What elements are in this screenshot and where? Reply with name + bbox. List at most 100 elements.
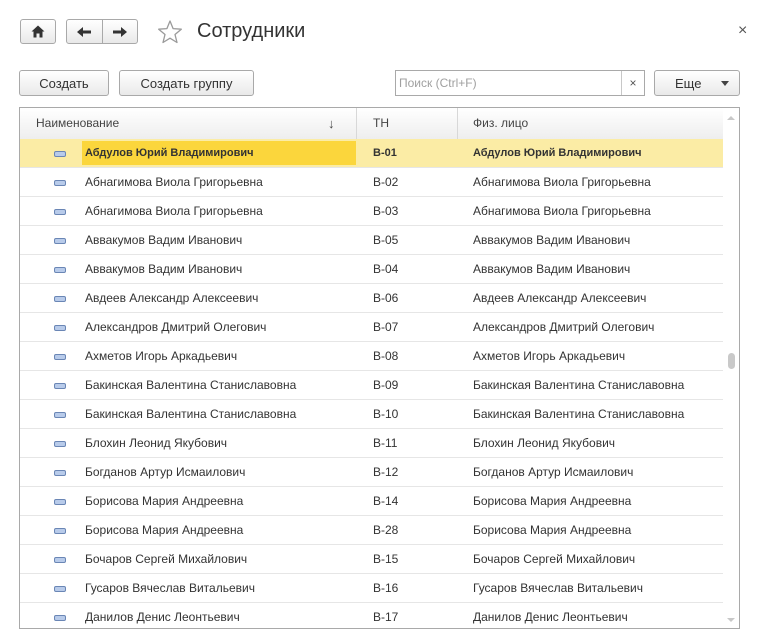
table-row[interactable]: Блохин Леонид Якубович В-11 Блохин Леонид …: [20, 429, 723, 458]
table-row[interactable]: Аввакумов Вадим Иванович В-05 Аввакумов Ва…: [20, 226, 723, 255]
name-cell: Борисова Мария Андреевна: [85, 523, 244, 537]
table-row[interactable]: Борисова Мария Андреевна В-28 Борисова Мар…: [20, 516, 723, 545]
element-icon: [54, 296, 66, 302]
name-cell: Авдеев Александр Алексеевич: [85, 291, 259, 305]
table-row[interactable]: Бочаров Сергей Михайлович В-15 Бочаров Сер…: [20, 545, 723, 574]
person-cell: Борисова Мария Андреевна: [473, 523, 632, 537]
element-icon: [54, 354, 66, 360]
element-icon: [54, 470, 66, 476]
person-cell: Данилов Денис Леонтьевич: [473, 610, 628, 624]
name-cell: Аввакумов Вадим Иванович: [85, 262, 243, 276]
element-icon: [54, 151, 66, 157]
person-cell: Ахметов Игорь Аркадьевич: [473, 349, 626, 363]
tn-cell: В-28: [373, 523, 399, 537]
element-icon: [54, 586, 66, 592]
person-cell: Александров Дмитрий Олегович: [473, 320, 655, 334]
tn-cell: В-15: [373, 552, 399, 566]
column-header-name[interactable]: Наименование: [36, 108, 119, 139]
vertical-scrollbar[interactable]: [723, 108, 739, 628]
person-cell: Бочаров Сергей Михайлович: [473, 552, 636, 566]
person-cell: Блохин Леонид Якубович: [473, 436, 616, 450]
sort-arrow-down-icon: ↓: [328, 116, 335, 131]
name-cell: Бочаров Сергей Михайлович: [85, 552, 248, 566]
navigation-buttons: [66, 19, 138, 44]
tn-cell: В-06: [373, 291, 399, 305]
name-cell: Богданов Артур Исмаилович: [85, 465, 246, 479]
person-cell: Авдеев Александр Алексеевич: [473, 291, 647, 305]
name-cell: Борисова Мария Андреевна: [85, 494, 244, 508]
table-row[interactable]: Абдулов Юрий Владимирович В-01 Абдулов Юри…: [20, 139, 723, 168]
close-icon[interactable]: ×: [738, 22, 747, 40]
table-row[interactable]: Бакинская Валентина Станиславовна В-09 Бак…: [20, 371, 723, 400]
arrow-left-icon: [77, 26, 92, 37]
create-button[interactable]: Создать: [19, 70, 109, 96]
element-icon: [54, 528, 66, 534]
tn-cell: В-08: [373, 349, 399, 363]
column-header-person[interactable]: Физ. лицо: [473, 108, 528, 139]
name-cell: Абнагимова Виола Григорьевна: [85, 175, 263, 189]
table-row[interactable]: Аввакумов Вадим Иванович В-04 Аввакумов Ва…: [20, 255, 723, 284]
table-row[interactable]: Гусаров Вячеслав Витальевич В-16 Гусаров В…: [20, 574, 723, 603]
home-button[interactable]: [20, 19, 56, 44]
element-icon: [54, 238, 66, 244]
table-row[interactable]: Бакинская Валентина Станиславовна В-10 Бак…: [20, 400, 723, 429]
element-icon: [54, 209, 66, 215]
tn-cell: В-10: [373, 407, 399, 421]
table-row[interactable]: Данилов Денис Леонтьевич В-17 Данилов Дени…: [20, 603, 723, 628]
page-title: Сотрудники: [197, 20, 306, 42]
tn-cell: В-12: [373, 465, 399, 479]
back-button[interactable]: [67, 20, 102, 43]
tn-cell: В-16: [373, 581, 399, 595]
name-cell: Абнагимова Виола Григорьевна: [85, 204, 263, 218]
table-row[interactable]: Абнагимова Виола Григорьевна В-03 Абнагимо…: [20, 197, 723, 226]
table-row[interactable]: Абнагимова Виола Григорьевна В-02 Абнагимо…: [20, 168, 723, 197]
tn-cell: В-17: [373, 610, 399, 624]
caret-down-icon: [721, 81, 729, 86]
element-icon: [54, 267, 66, 273]
person-cell: Аввакумов Вадим Иванович: [473, 233, 631, 247]
table-row[interactable]: Ахметов Игорь Аркадьевич В-08 Ахметов Игор…: [20, 342, 723, 371]
person-cell: Бакинская Валентина Станиславовна: [473, 407, 685, 421]
element-icon: [54, 383, 66, 389]
forward-button[interactable]: [101, 20, 138, 43]
employees-table: Наименование ↓ ТН Физ. лицо Абдулов Юрий…: [19, 107, 740, 629]
tn-cell: В-07: [373, 320, 399, 334]
column-divider[interactable]: [356, 108, 357, 139]
person-cell: Бакинская Валентина Станиславовна: [473, 378, 685, 392]
person-cell: Аввакумов Вадим Иванович: [473, 262, 631, 276]
table-body: Абдулов Юрий Владимирович В-01 Абдулов Юри…: [20, 139, 723, 628]
more-button-label: Еще: [675, 75, 702, 91]
create-group-button[interactable]: Создать группу: [119, 70, 254, 96]
column-header-tn[interactable]: ТН: [373, 108, 389, 139]
name-cell: Блохин Леонид Якубович: [85, 436, 228, 450]
person-cell: Гусаров Вячеслав Витальевич: [473, 581, 643, 595]
table-row[interactable]: Борисова Мария Андреевна В-14 Борисова Мар…: [20, 487, 723, 516]
tn-cell: В-03: [373, 204, 399, 218]
tn-cell: В-05: [373, 233, 399, 247]
person-cell: Абдулов Юрий Владимирович: [473, 147, 642, 159]
table-row[interactable]: Александров Дмитрий Олегович В-07 Александ…: [20, 313, 723, 342]
tn-cell: В-09: [373, 378, 399, 392]
table-row[interactable]: Богданов Артур Исмаилович В-12 Богданов Ар…: [20, 458, 723, 487]
home-icon: [31, 25, 45, 38]
scroll-up-icon[interactable]: [727, 116, 735, 120]
person-cell: Абнагимова Виола Григорьевна: [473, 204, 651, 218]
tn-cell: В-02: [373, 175, 399, 189]
search-box: ×: [395, 70, 645, 96]
element-icon: [54, 441, 66, 447]
favorite-button[interactable]: [157, 19, 183, 45]
more-menu-button[interactable]: Еще: [654, 70, 740, 96]
star-icon: [158, 20, 182, 44]
search-input[interactable]: [396, 71, 622, 95]
element-icon: [54, 499, 66, 505]
name-cell: Бакинская Валентина Станиславовна: [85, 407, 297, 421]
tn-cell: В-01: [373, 147, 397, 159]
table-header: Наименование ↓ ТН Физ. лицо: [20, 108, 723, 140]
scroll-down-icon[interactable]: [727, 618, 735, 622]
column-divider[interactable]: [457, 108, 458, 139]
clear-search-button[interactable]: ×: [621, 71, 644, 95]
person-cell: Богданов Артур Исмаилович: [473, 465, 634, 479]
name-cell: Данилов Денис Леонтьевич: [85, 610, 240, 624]
table-row[interactable]: Авдеев Александр Алексеевич В-06 Авдеев Ал…: [20, 284, 723, 313]
scroll-thumb[interactable]: [728, 353, 735, 370]
